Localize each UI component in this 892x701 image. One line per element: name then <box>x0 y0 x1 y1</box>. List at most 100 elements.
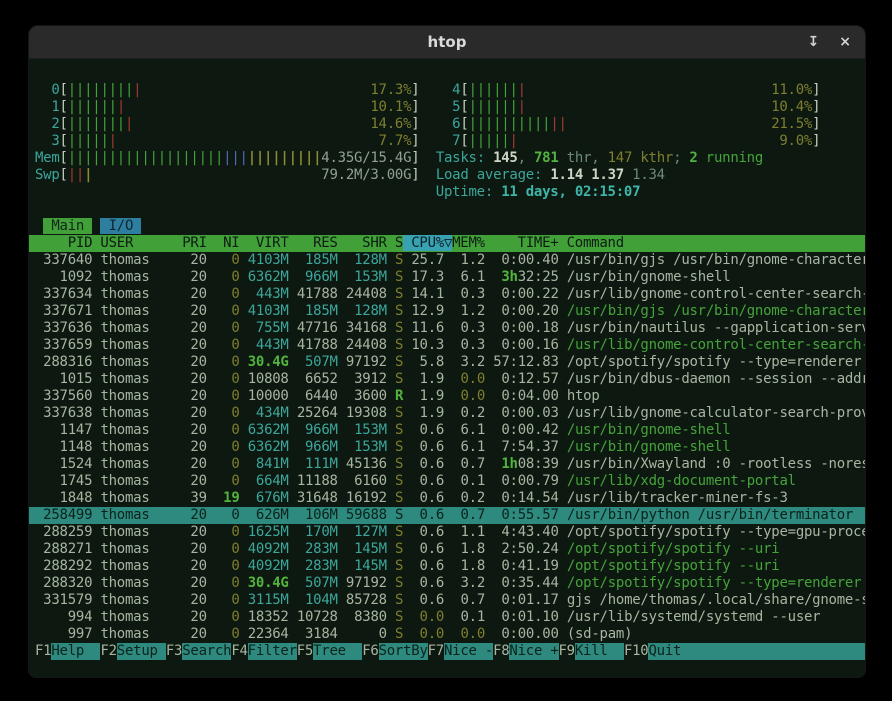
gap <box>387 439 395 455</box>
meter-fill <box>526 82 771 98</box>
table-header[interactable]: PID USER PRI NI VIRT RES SHR S CPU%▽MEM%… <box>29 235 865 252</box>
gap <box>387 422 395 438</box>
fkey-sortby-button[interactable]: SortBy <box>379 643 428 660</box>
gap <box>289 371 297 387</box>
cell-virt: 443M <box>248 337 289 353</box>
gap <box>485 286 493 302</box>
titlebar[interactable]: htop ↧ × <box>29 26 865 59</box>
gap <box>419 150 435 166</box>
process-row[interactable]: 1148 thomas 20 0 6362M 966M 153M S 0.6 6… <box>35 439 865 456</box>
gap <box>338 405 346 421</box>
fkey-quit-button[interactable]: Quit <box>648 643 697 660</box>
titlebar-buttons: ↧ × <box>808 26 851 58</box>
process-row[interactable]: 337560 thomas 20 0 10000 6440 3600 R 1.9… <box>35 388 865 405</box>
process-row[interactable]: 994 thomas 20 0 18352 10728 8380 S 0.0 0… <box>35 609 865 626</box>
tab-io[interactable]: I/O <box>100 218 141 234</box>
cell-priority: 20 <box>182 405 207 421</box>
cpu-bar-kernel: | <box>518 99 526 115</box>
fkey-help-button[interactable]: Help <box>51 643 100 660</box>
gap <box>387 558 395 574</box>
gap <box>338 592 346 608</box>
restore-icon[interactable]: ↧ <box>808 35 820 49</box>
cell-cpu-percent: 5.8 <box>411 354 444 370</box>
cell-shr: 16192 <box>346 490 387 506</box>
gap <box>387 354 395 370</box>
process-row[interactable]: 331579 thomas 20 0 3115M 104M 85728 S 0.… <box>35 592 865 609</box>
fkey-tree-button[interactable]: Tree <box>313 643 362 660</box>
process-row[interactable]: 1015 thomas 20 0 10808 6652 3912 S 1.9 0… <box>35 371 865 388</box>
cell-cpu-percent: 0.6 <box>411 490 444 506</box>
gap <box>289 439 297 455</box>
cell-mem-percent: 0.0 <box>452 626 485 642</box>
process-row[interactable]: 337634 thomas 20 0 443M 41788 24408 S 14… <box>35 286 865 303</box>
tab-main[interactable]: Main <box>43 218 92 234</box>
process-row[interactable]: 288271 thomas 20 0 4092M 283M 145M S 0.6… <box>35 541 865 558</box>
process-row[interactable]: 288259 thomas 20 0 1625M 170M 127M S 0.6… <box>35 524 865 541</box>
cell-priority: 20 <box>182 371 207 387</box>
meter-bracket: [ <box>60 82 68 98</box>
gap <box>289 575 297 591</box>
gap <box>387 490 395 506</box>
cell-user: thomas <box>100 575 182 591</box>
process-row[interactable]: 1147 thomas 20 0 6362M 966M 153M S 0.6 6… <box>35 422 865 439</box>
cell-state: S <box>395 609 403 625</box>
cell-state: S <box>395 626 403 642</box>
process-row[interactable]: 288292 thomas 20 0 4092M 283M 145M S 0.6… <box>35 558 865 575</box>
process-row[interactable]: 288320 thomas 20 0 30.4G 507M 97192 S 0.… <box>35 575 865 592</box>
process-row[interactable]: 1848 thomas 39 19 676M 31648 16192 S 0.6… <box>35 490 865 507</box>
cell-priority: 20 <box>182 354 207 370</box>
meter-fill <box>92 167 321 183</box>
gap <box>207 490 215 506</box>
process-row[interactable]: 337659 thomas 20 0 443M 41788 24408 S 10… <box>35 337 865 354</box>
process-row[interactable]: 1745 thomas 20 0 664M 11188 6160 S 0.6 0… <box>35 473 865 490</box>
cell-res: 507M <box>297 354 338 370</box>
cell-shr: 128M <box>346 303 387 319</box>
cell-pid: 337638 <box>35 405 92 421</box>
cell-shr: 24408 <box>346 337 387 353</box>
fkey-nice-button[interactable]: Nice + <box>509 643 558 660</box>
cell-shr: 19308 <box>346 405 387 421</box>
fkey-nice-button[interactable]: Nice - <box>444 643 493 660</box>
gap <box>207 422 215 438</box>
cell-mem-percent: 0.3 <box>452 286 485 302</box>
close-icon[interactable]: × <box>839 35 851 49</box>
tasks-status: , <box>518 150 534 166</box>
cell-virt: 6362M <box>248 422 289 438</box>
cell-pid: 288316 <box>35 354 92 370</box>
cpu-bar-normal: |||||| <box>68 99 117 115</box>
fkey-search-button[interactable]: Search <box>182 643 231 660</box>
cell-command: /usr/lib/gnome-control-center-search- <box>567 286 865 302</box>
cell-command: /usr/lib/tracker-miner-fs-3 <box>567 490 788 506</box>
gap <box>559 558 567 574</box>
process-row[interactable]: 337638 thomas 20 0 434M 25264 19308 S 1.… <box>35 405 865 422</box>
gap <box>240 286 248 302</box>
process-row[interactable]: 1524 thomas 20 0 841M 111M 45136 S 0.6 0… <box>35 456 865 473</box>
process-row[interactable]: 1092 thomas 20 0 6362M 966M 153M S 17.3 … <box>35 269 865 286</box>
process-row[interactable]: 288316 thomas 20 0 30.4G 507M 97192 S 5.… <box>35 354 865 371</box>
cell-state: S <box>395 456 403 472</box>
gap <box>387 388 395 404</box>
cell-mem-percent: 0.3 <box>452 320 485 336</box>
gap <box>559 252 567 268</box>
cell-shr: 127M <box>346 524 387 540</box>
cell-priority: 20 <box>182 609 207 625</box>
process-row[interactable]: 337640 thomas 20 0 4103M 185M 128M S 25.… <box>35 252 865 269</box>
cell-cpu-percent: 0.6 <box>411 456 444 472</box>
fkey-kill-button[interactable]: Kill <box>575 643 624 660</box>
gap <box>240 575 248 591</box>
gap <box>338 371 346 387</box>
cell-command: gjs /home/thomas/.local/share/gnome-s <box>567 592 865 608</box>
gap <box>289 609 297 625</box>
cell-priority: 20 <box>182 541 207 557</box>
gap <box>240 473 248 489</box>
fkey-setup-button[interactable]: Setup <box>117 643 166 660</box>
process-row[interactable]: 337636 thomas 20 0 755M 47716 34168 S 11… <box>35 320 865 337</box>
cell-state: S <box>395 558 403 574</box>
gap <box>559 269 567 285</box>
process-row[interactable]: 258499 thomas 20 0 626M 106M 59688 S 0.6… <box>29 507 865 524</box>
process-row[interactable]: 997 thomas 20 0 22364 3184 0 S 0.0 0.0 0… <box>35 626 865 643</box>
fkey-filter-button[interactable]: Filter <box>248 643 297 660</box>
cell-user: thomas <box>100 337 182 353</box>
gap <box>289 252 297 268</box>
process-row[interactable]: 337671 thomas 20 0 4103M 185M 128M S 12.… <box>35 303 865 320</box>
